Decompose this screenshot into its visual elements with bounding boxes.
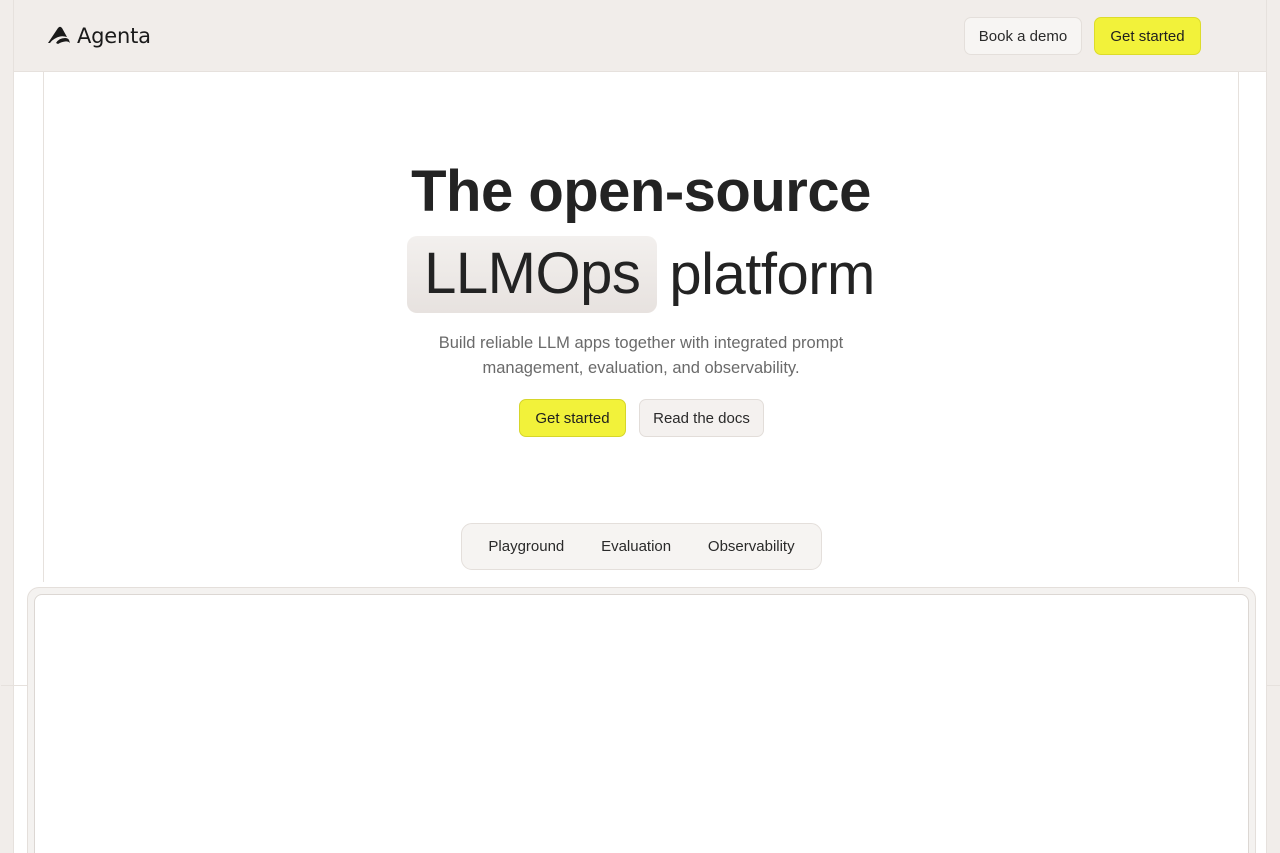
feature-tabs: Playground Evaluation Observability bbox=[461, 523, 822, 570]
guide-line-left bbox=[43, 72, 44, 582]
product-preview-panel bbox=[34, 594, 1249, 853]
hero-highlight-chip: LLMOps bbox=[407, 236, 658, 313]
hero-subtitle: Build reliable LLM apps together with in… bbox=[438, 334, 844, 377]
tab-playground[interactable]: Playground bbox=[482, 532, 570, 561]
hero-get-started-button[interactable]: Get started bbox=[519, 399, 626, 437]
hero-title-line1: The open-source bbox=[411, 159, 871, 224]
guide-line-horizontal-left bbox=[1, 685, 27, 686]
agenta-logo[interactable]: Agenta bbox=[47, 22, 151, 50]
book-demo-button[interactable]: Book a demo bbox=[964, 17, 1082, 55]
logo-text: Agenta bbox=[77, 24, 151, 48]
tab-evaluation[interactable]: Evaluation bbox=[595, 532, 677, 561]
hero-title-rest: platform bbox=[669, 241, 875, 307]
guide-line-right bbox=[1238, 72, 1239, 582]
hero-title-line2: LLMOps platform bbox=[14, 236, 1268, 313]
guide-line-horizontal-right bbox=[1267, 685, 1280, 686]
product-preview-frame bbox=[27, 587, 1256, 853]
header-get-started-button[interactable]: Get started bbox=[1094, 17, 1201, 55]
page-container: Agenta Book a demo Get started The open-… bbox=[1, 0, 1280, 853]
top-navigation-bar: Agenta Book a demo Get started bbox=[14, 0, 1266, 72]
agenta-logo-icon bbox=[48, 26, 70, 44]
read-docs-button[interactable]: Read the docs bbox=[639, 399, 764, 437]
tab-observability[interactable]: Observability bbox=[702, 532, 801, 561]
